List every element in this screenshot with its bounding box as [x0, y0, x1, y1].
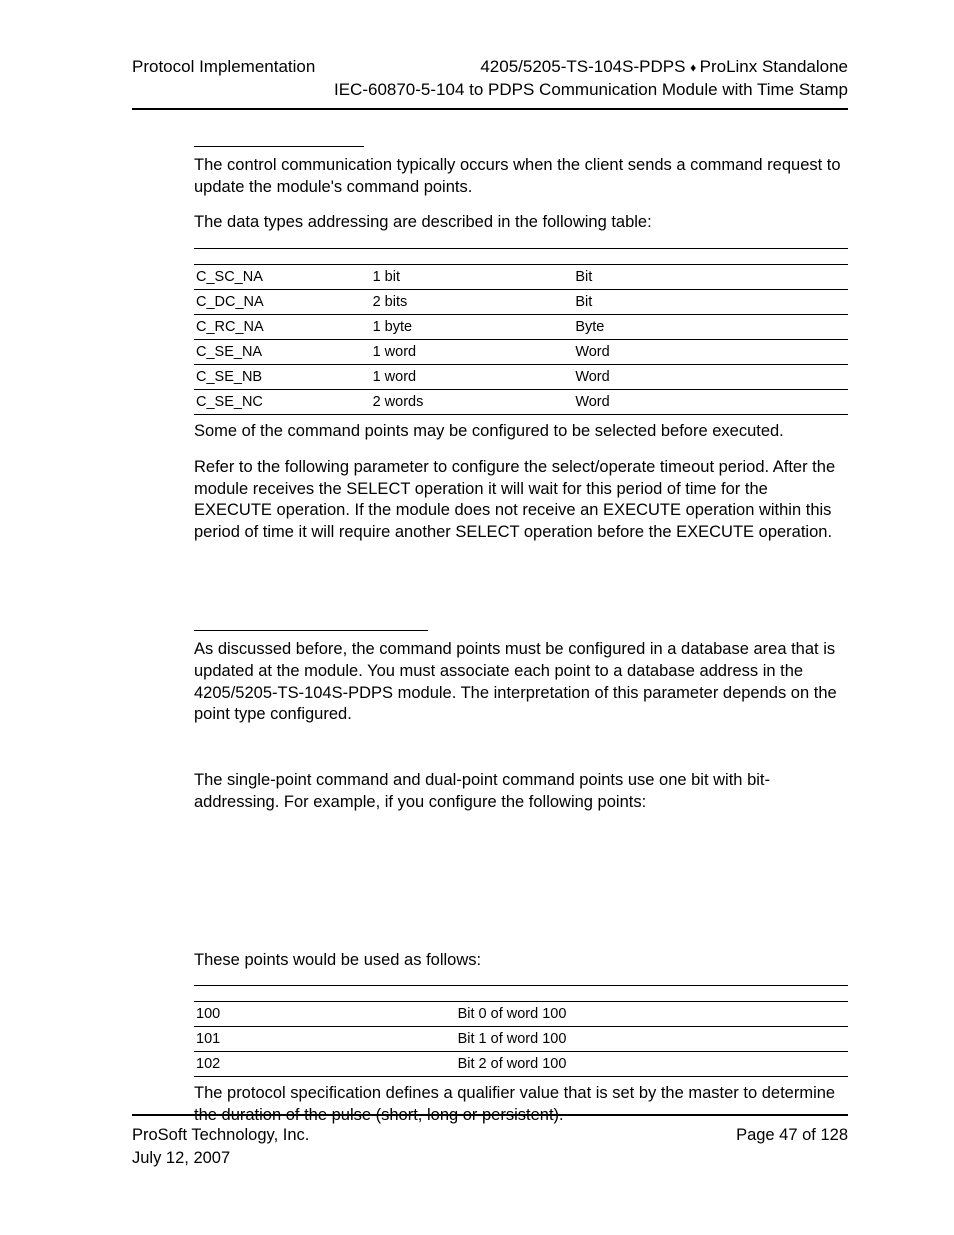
paragraph: These points would be used as follows:	[194, 950, 848, 972]
page-footer: ProSoft Technology, Inc. July 12, 2007 P…	[132, 1114, 848, 1169]
cell-unit: Word	[573, 365, 848, 390]
cell-desc: Bit 2 of word 100	[456, 1052, 848, 1077]
section-rule	[194, 146, 364, 147]
cell-point: 102	[194, 1052, 456, 1077]
cell-unit: Bit	[573, 290, 848, 315]
cell-unit: Word	[573, 340, 848, 365]
cell-size: 2 words	[371, 390, 574, 415]
cell-desc: Bit 0 of word 100	[456, 1002, 848, 1027]
cell-type: C_RC_NA	[194, 315, 371, 340]
table-row: C_SE_NC 2 words Word	[194, 390, 848, 415]
table-row: 102 Bit 2 of word 100	[194, 1052, 848, 1077]
paragraph: The control communication typically occu…	[194, 155, 848, 199]
table-row: C_SE_NA 1 word Word	[194, 340, 848, 365]
cell-type: C_SE_NA	[194, 340, 371, 365]
cell-type: C_SE_NC	[194, 390, 371, 415]
cell-size: 1 byte	[371, 315, 574, 340]
header-brand: ProLinx Standalone	[700, 57, 848, 76]
table-row: C_SE_NB 1 word Word	[194, 365, 848, 390]
cell-size: 2 bits	[371, 290, 574, 315]
paragraph: The single-point command and dual-point …	[194, 770, 848, 814]
cell-size: 1 word	[371, 365, 574, 390]
footer-date: July 12, 2007	[132, 1147, 309, 1169]
cell-type: C_SE_NB	[194, 365, 371, 390]
cell-unit: Byte	[573, 315, 848, 340]
points-table: 100 Bit 0 of word 100 101 Bit 1 of word …	[194, 985, 848, 1077]
paragraph: Some of the command points may be config…	[194, 421, 848, 443]
paragraph: The data types addressing are described …	[194, 212, 848, 234]
cell-desc: Bit 1 of word 100	[456, 1027, 848, 1052]
table-row: 100 Bit 0 of word 100	[194, 1002, 848, 1027]
footer-company: ProSoft Technology, Inc.	[132, 1124, 309, 1146]
footer-left: ProSoft Technology, Inc. July 12, 2007	[132, 1124, 309, 1169]
cell-point: 100	[194, 1002, 456, 1027]
header-left: Protocol Implementation	[132, 56, 315, 79]
cell-size: 1 word	[371, 340, 574, 365]
table-row: C_DC_NA 2 bits Bit	[194, 290, 848, 315]
paragraph: Refer to the following parameter to conf…	[194, 457, 848, 544]
cell-point: 101	[194, 1027, 456, 1052]
table-row: 101 Bit 1 of word 100	[194, 1027, 848, 1052]
data-types-table: C_SC_NA 1 bit Bit C_DC_NA 2 bits Bit C_R…	[194, 248, 848, 415]
cell-unit: Bit	[573, 265, 848, 290]
diamond-icon: ♦	[690, 60, 699, 74]
page-header: Protocol Implementation 4205/5205-TS-104…	[132, 56, 848, 110]
header-subtitle: IEC-60870-5-104 to PDPS Communication Mo…	[334, 79, 848, 102]
footer-page-number: Page 47 of 128	[736, 1124, 848, 1169]
cell-type: C_SC_NA	[194, 265, 371, 290]
cell-size: 1 bit	[371, 265, 574, 290]
paragraph: As discussed before, the command points …	[194, 639, 848, 726]
header-right: 4205/5205-TS-104S-PDPS ♦ ProLinx Standal…	[480, 56, 848, 79]
header-product: 4205/5205-TS-104S-PDPS	[480, 57, 685, 76]
cell-type: C_DC_NA	[194, 290, 371, 315]
cell-unit: Word	[573, 390, 848, 415]
table-row: C_SC_NA 1 bit Bit	[194, 265, 848, 290]
table-row: C_RC_NA 1 byte Byte	[194, 315, 848, 340]
section-rule	[194, 630, 428, 631]
